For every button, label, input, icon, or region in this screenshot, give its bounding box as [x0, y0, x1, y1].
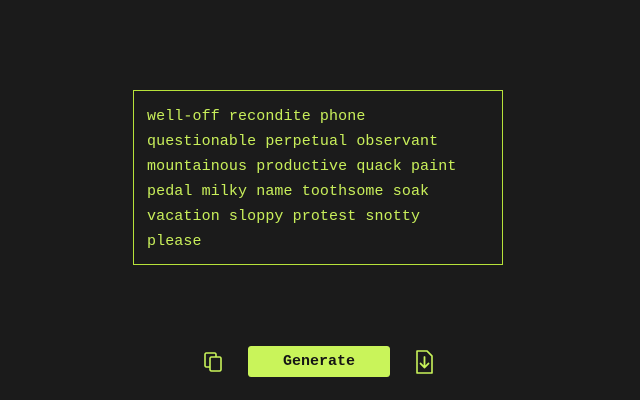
generate-button[interactable]: Generate: [248, 346, 390, 377]
copy-icon: [203, 350, 225, 374]
download-button[interactable]: [412, 346, 436, 377]
generated-words-output: well-off recondite phone questionable pe…: [133, 90, 503, 265]
action-toolbar: Generate: [0, 346, 640, 377]
app-stage: well-off recondite phone questionable pe…: [0, 0, 640, 400]
copy-button[interactable]: [202, 346, 226, 377]
download-icon: [413, 349, 435, 375]
